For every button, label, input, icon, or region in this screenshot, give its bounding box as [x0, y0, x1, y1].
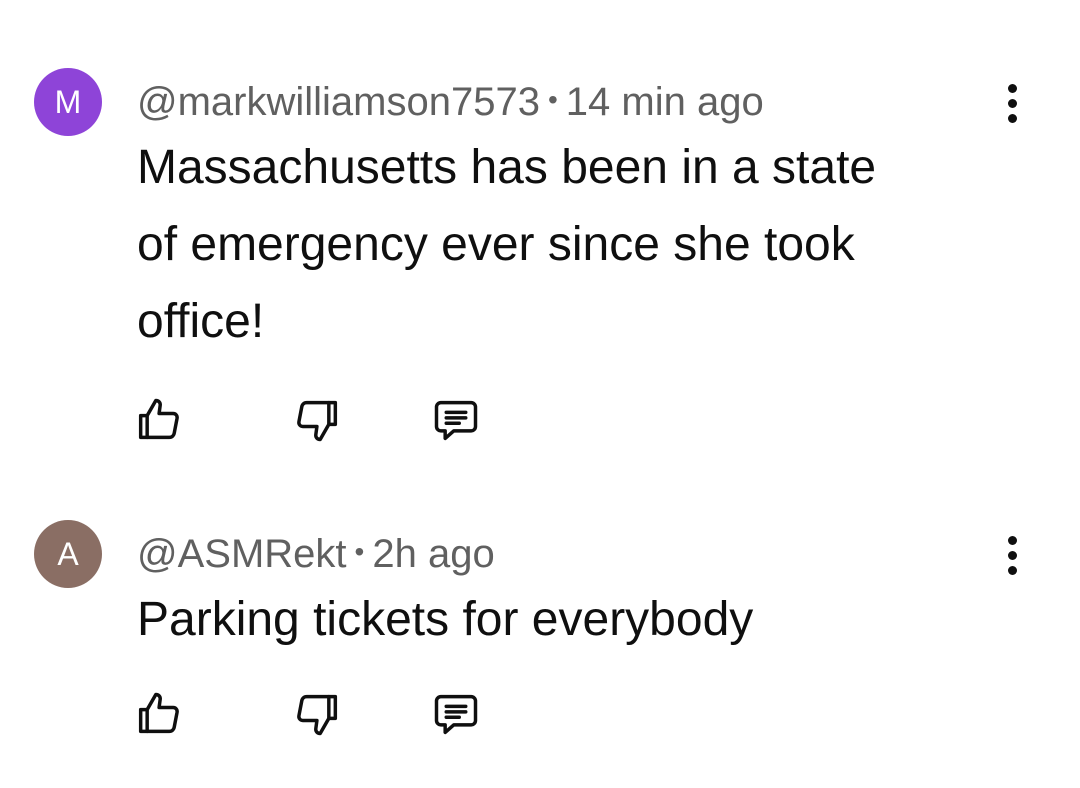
meta-separator: •: [547, 84, 558, 116]
comment-meta: @ASMRekt • 2h ago: [137, 530, 495, 580]
comment-author[interactable]: @markwilliamson7573: [137, 80, 540, 124]
more-options-icon-dot: [1007, 550, 1017, 560]
thumbs-up-icon: [138, 398, 179, 440]
more-options-icon-dot: [1007, 98, 1017, 108]
reply-comment-icon: [434, 694, 478, 735]
comment-text: Parking tickets for everybody: [137, 581, 1017, 658]
like-button[interactable]: [130, 686, 186, 742]
reply-button[interactable]: [428, 392, 484, 448]
comment-text-line: of emergency ever since she took: [137, 218, 855, 271]
comment-text-line: office!: [137, 295, 265, 348]
thumbs-down-icon: [297, 400, 338, 442]
more-options-icon-dot: [1007, 113, 1017, 123]
dislike-button[interactable]: [290, 686, 346, 742]
comment-timestamp: 2h ago: [372, 532, 495, 576]
more-options-button[interactable]: [990, 520, 1034, 590]
thumbs-up-icon: [138, 692, 179, 734]
comment-text-line: Massachusetts has been in a state: [137, 141, 877, 194]
more-options-icon: [1007, 83, 1017, 93]
more-options-icon-dot: [1007, 565, 1017, 575]
more-options-button[interactable]: [990, 68, 1034, 138]
comment-author[interactable]: @ASMRekt: [137, 532, 347, 576]
dislike-button[interactable]: [290, 392, 346, 448]
thumbs-down-icon: [297, 694, 338, 736]
reply-button[interactable]: [428, 686, 484, 742]
like-button[interactable]: [130, 392, 186, 448]
avatar[interactable]: M: [34, 68, 102, 136]
comment-timestamp: 14 min ago: [565, 80, 764, 124]
meta-separator: •: [354, 536, 365, 568]
avatar[interactable]: A: [34, 520, 102, 588]
comment-text-line: Parking tickets for everybody: [137, 593, 754, 646]
more-options-icon: [1007, 535, 1017, 545]
comment-meta: @markwilliamson7573 • 14 min ago: [137, 78, 764, 128]
reply-comment-icon: [434, 400, 478, 441]
comment-text: Massachusetts has been in a state of eme…: [137, 129, 1017, 360]
